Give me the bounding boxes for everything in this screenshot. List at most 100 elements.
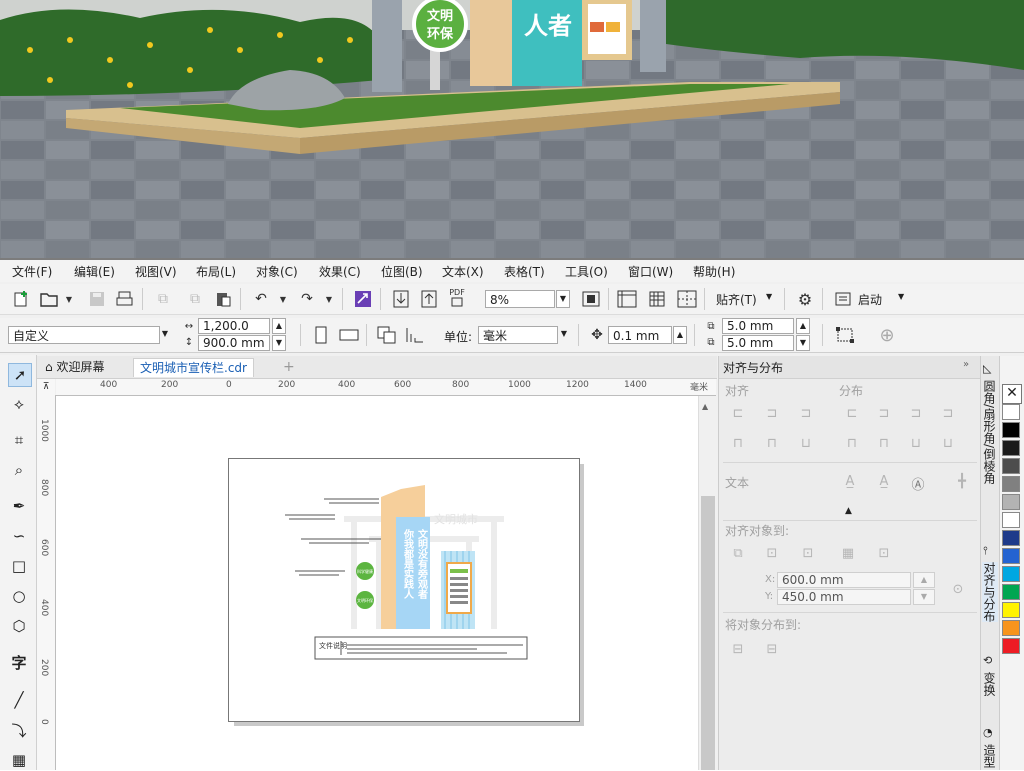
align-center-v-icon[interactable]: ⊓ bbox=[763, 436, 781, 452]
color-swatch[interactable] bbox=[1002, 422, 1020, 438]
menu-tools[interactable]: 工具(O) bbox=[565, 263, 608, 280]
align-to-grid-icon[interactable]: ▦ bbox=[839, 546, 857, 562]
distribute-to-page-icon[interactable]: ⊟ bbox=[763, 642, 781, 658]
page-frame-icon[interactable] bbox=[834, 324, 856, 346]
show-guidelines-icon[interactable] bbox=[676, 288, 698, 310]
align-right-icon[interactable]: ⊐ bbox=[797, 406, 815, 422]
tab-fillet-scallop-chamfer[interactable]: 圆角/扇形角/倒棱角 bbox=[982, 380, 998, 484]
distribute-to-selection-icon[interactable]: ⊟ bbox=[729, 642, 747, 658]
no-fill-swatch[interactable]: ✕ bbox=[1002, 384, 1022, 404]
color-swatch[interactable] bbox=[1002, 620, 1020, 636]
open-folder-icon[interactable] bbox=[38, 288, 60, 310]
dup-y-spinner-icon[interactable]: ▼ bbox=[796, 335, 810, 351]
text-first-line-baseline-icon[interactable]: A̲ bbox=[841, 474, 859, 490]
polygon-tool-icon[interactable]: ⬡ bbox=[8, 615, 30, 637]
show-rulers-icon[interactable] bbox=[616, 288, 638, 310]
launch-dropdown-icon[interactable]: ▼ bbox=[898, 292, 904, 301]
page-height-input[interactable]: 900.0 mm bbox=[198, 335, 270, 351]
menu-bitmaps[interactable]: 位图(B) bbox=[381, 263, 423, 280]
width-spinner-icon[interactable]: ▲ bbox=[272, 318, 286, 334]
page-preset-dropdown-icon[interactable]: ▼ bbox=[158, 326, 172, 344]
color-swatch[interactable] bbox=[1002, 494, 1020, 510]
nudge-spinner-icon[interactable]: ▲ bbox=[673, 326, 687, 344]
redo-dropdown-icon[interactable]: ▼ bbox=[318, 288, 340, 310]
zoom-tool-icon[interactable]: ⌕ bbox=[8, 459, 30, 481]
search-content-icon[interactable] bbox=[352, 288, 374, 310]
connector-tool-icon[interactable]: ⤵ bbox=[8, 719, 30, 741]
cut-icon[interactable]: ⧉ bbox=[152, 288, 174, 310]
x-spinner-icon[interactable]: ▲ bbox=[913, 572, 935, 588]
ruler-origin[interactable]: ⊼ bbox=[37, 379, 55, 395]
units-dropdown-icon[interactable]: ▼ bbox=[557, 326, 571, 344]
menu-layout[interactable]: 布局(L) bbox=[196, 263, 236, 280]
menu-window[interactable]: 窗口(W) bbox=[628, 263, 673, 280]
publish-pdf-icon[interactable]: PDF bbox=[446, 286, 468, 308]
text-outline-icon[interactable]: ╋ bbox=[953, 474, 971, 490]
color-swatch[interactable] bbox=[1002, 512, 1020, 528]
tab-transform[interactable]: 变换 bbox=[982, 672, 998, 696]
text-tool-icon[interactable]: 字 bbox=[8, 651, 30, 673]
save-icon[interactable] bbox=[86, 288, 108, 310]
dup-x-spinner-icon[interactable]: ▲ bbox=[796, 318, 810, 334]
menu-object[interactable]: 对象(C) bbox=[256, 263, 298, 280]
align-x-input[interactable]: 600.0 mm bbox=[777, 572, 911, 588]
nudge-distance-input[interactable]: 0.1 mm bbox=[608, 326, 672, 344]
distribute-left-icon[interactable]: ⊏ bbox=[843, 406, 861, 422]
tab-align-distribute[interactable]: 对齐与分布 bbox=[982, 562, 998, 622]
align-to-point-icon[interactable]: ⊡ bbox=[875, 546, 893, 562]
menu-view[interactable]: 视图(V) bbox=[135, 263, 177, 280]
color-swatch[interactable] bbox=[1002, 548, 1020, 564]
align-y-input[interactable]: 450.0 mm bbox=[777, 589, 911, 605]
pen-tool-icon[interactable]: ✒ bbox=[8, 495, 30, 517]
rectangle-tool-icon[interactable]: □ bbox=[8, 555, 30, 577]
align-to-page-center-icon[interactable]: ⊡ bbox=[799, 546, 817, 562]
show-grid-icon[interactable] bbox=[646, 288, 668, 310]
tab-welcome[interactable]: ⌂ 欢迎屏幕 bbox=[39, 358, 110, 376]
portrait-orientation-icon[interactable] bbox=[310, 324, 332, 346]
tab-document[interactable]: 文明城市宣传栏.cdr bbox=[133, 358, 254, 377]
color-swatch[interactable] bbox=[1002, 602, 1020, 618]
distribute-center-h-icon[interactable]: ⊐ bbox=[875, 406, 893, 422]
page-width-input[interactable]: 1,200.0 mm bbox=[198, 318, 270, 348]
align-left-icon[interactable]: ⊏ bbox=[729, 406, 747, 422]
color-swatch[interactable] bbox=[1002, 584, 1020, 600]
scroll-up-icon[interactable]: ▲ bbox=[702, 402, 708, 411]
menu-table[interactable]: 表格(T) bbox=[504, 263, 545, 280]
all-pages-icon[interactable] bbox=[376, 324, 398, 346]
color-swatch[interactable] bbox=[1002, 458, 1020, 474]
scrollbar-thumb[interactable] bbox=[701, 496, 715, 770]
undo-dropdown-icon[interactable]: ▼ bbox=[272, 288, 294, 310]
drawing-canvas[interactable]: 文明城市 你我都是实践人 文明没有旁观者 科学健康 文明环保 文件说明 bbox=[56, 396, 698, 770]
point-target-icon[interactable]: ⊙ bbox=[949, 582, 967, 598]
current-page-icon[interactable] bbox=[404, 324, 426, 346]
color-swatch[interactable] bbox=[1002, 440, 1020, 456]
crop-tool-icon[interactable]: ⌗ bbox=[8, 429, 30, 451]
copy-icon[interactable]: ⧉ bbox=[184, 288, 206, 310]
document-page[interactable]: 文明城市 你我都是实践人 文明没有旁观者 科学健康 文明环保 文件说明 bbox=[228, 458, 580, 722]
menu-file[interactable]: 文件(F) bbox=[12, 263, 52, 280]
line-tool-icon[interactable]: ╱ bbox=[8, 689, 30, 711]
menu-effects[interactable]: 效果(C) bbox=[319, 263, 361, 280]
vertical-scrollbar[interactable]: ▲ bbox=[698, 396, 717, 770]
snap-to-dropdown[interactable]: 贴齐(T) bbox=[716, 291, 757, 308]
launch-label[interactable]: 启动 bbox=[858, 291, 882, 308]
units-select[interactable]: 毫米 bbox=[478, 326, 558, 344]
pick-tool-icon[interactable]: ➚ bbox=[8, 363, 32, 387]
paste-icon[interactable] bbox=[212, 288, 234, 310]
shape-tool-icon[interactable]: ⟡ bbox=[8, 393, 30, 415]
color-swatch[interactable] bbox=[1002, 530, 1020, 546]
open-dropdown-icon[interactable]: ▼ bbox=[58, 288, 80, 310]
distribute-right-icon[interactable]: ⊐ bbox=[907, 406, 925, 422]
artistic-media-tool-icon[interactable]: ∽ bbox=[8, 525, 30, 547]
duplicate-x-input[interactable]: 5.0 mm bbox=[722, 318, 794, 334]
color-swatch[interactable] bbox=[1002, 476, 1020, 492]
import-icon[interactable] bbox=[390, 288, 412, 310]
print-icon[interactable] bbox=[114, 288, 136, 310]
align-to-active-objects-icon[interactable]: ⧉ bbox=[729, 546, 747, 562]
distribute-center-v-icon[interactable]: ⊓ bbox=[875, 436, 893, 452]
collapse-section-icon[interactable]: ▲ bbox=[845, 506, 852, 516]
menu-help[interactable]: 帮助(H) bbox=[693, 263, 735, 280]
tab-shaping[interactable]: 造型 bbox=[982, 744, 998, 768]
landscape-orientation-icon[interactable] bbox=[338, 324, 360, 346]
vertical-ruler[interactable]: 1000 800 600 400 200 0 bbox=[37, 395, 56, 770]
